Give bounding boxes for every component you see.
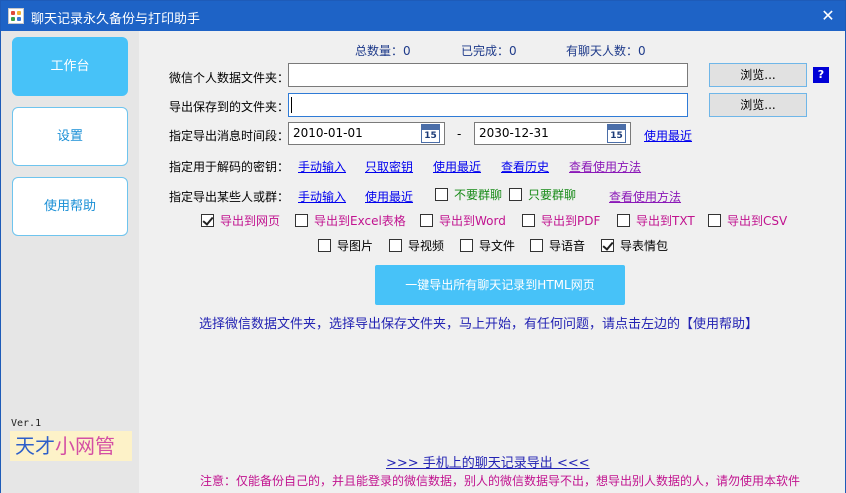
calendar-icon[interactable]: 15	[607, 124, 626, 143]
checkbox-box	[318, 239, 331, 252]
sidebar: 工作台 设置 使用帮助 Ver.1 天才小网管	[1, 31, 139, 493]
close-button[interactable]: ✕	[817, 5, 839, 27]
app-logo-icon	[8, 8, 24, 24]
window-title: 聊天记录永久备份与打印助手	[31, 12, 201, 27]
mobile-export-link[interactable]: >>> 手机上的聊天记录导出 <<<	[386, 452, 590, 471]
no-group-label: 不要群聊	[454, 188, 503, 202]
notice-text: 注意：仅能备份自己的，并且能登录的微信数据，别人的微信数据导不出，想导出别人数据…	[200, 474, 801, 488]
checkbox-box	[420, 214, 433, 227]
browse-save-folder-button[interactable]: 浏览...	[709, 93, 807, 117]
data-folder-input[interactable]	[288, 63, 688, 87]
workspace: 总数量：0 已完成：0 有聊天人数：0 微信个人数据文件夹： 浏览... ? 导…	[139, 31, 845, 493]
target-manual-input-link[interactable]: 手动输入	[298, 188, 346, 205]
save-folder-label: 导出保存到的文件夹：	[169, 100, 290, 114]
key-history-link[interactable]: 查看历史	[501, 158, 549, 175]
checkbox-box	[509, 188, 522, 201]
checkbox-box	[601, 239, 614, 252]
checkbox-box	[708, 214, 721, 227]
text-caret	[291, 97, 292, 113]
sidebar-item-workbench[interactable]: 工作台	[12, 37, 128, 96]
date-from-value: 2010-01-01	[293, 126, 363, 140]
key-label: 指定用于解码的密钥：	[169, 160, 290, 174]
stat-total: 总数量：0	[355, 44, 411, 58]
checkbox-box	[522, 214, 535, 227]
export-media-label: 导文件	[479, 239, 516, 253]
time-range-label: 指定导出消息时间段：	[169, 129, 290, 143]
data-folder-label: 微信个人数据文件夹：	[169, 71, 290, 85]
instruction-text: 选择微信数据文件夹，选择导出保存文件夹，马上开始，有任何问题，请点击左边的【使用…	[199, 317, 759, 332]
stat-done: 已完成：0	[461, 44, 517, 58]
target-label: 指定导出某些人或群：	[169, 190, 290, 204]
title-bar[interactable]: 聊天记录永久备份与打印助手 ✕	[1, 1, 845, 31]
sidebar-item-help[interactable]: 使用帮助	[12, 177, 128, 236]
save-folder-input[interactable]	[288, 93, 688, 117]
export-format-label: 导出到TXT	[636, 214, 695, 228]
export-format-label: 导出到网页	[220, 214, 281, 228]
only-group-label: 只要群聊	[528, 188, 577, 202]
date-to-value: 2030-12-31	[479, 126, 549, 140]
checkbox-box	[617, 214, 630, 227]
checkbox-box	[295, 214, 308, 227]
checkbox-box	[460, 239, 473, 252]
brand-logo: 天才小网管	[10, 431, 132, 461]
checkbox-box	[435, 188, 448, 201]
export-format-label: 导出到Excel表格	[314, 214, 406, 228]
export-format-label: 导出到CSV	[727, 214, 788, 228]
version-label: Ver.1	[11, 418, 42, 429]
target-use-recent-link[interactable]: 使用最近	[365, 188, 413, 205]
app-window: 聊天记录永久备份与打印助手 ✕ 工作台 设置 使用帮助 Ver.1 天才小网管 …	[0, 0, 846, 493]
brand-text-part1: 天才	[15, 434, 55, 458]
stat-contacts: 有聊天人数：0	[566, 44, 646, 58]
time-use-recent-link[interactable]: 使用最近	[644, 127, 692, 144]
calendar-icon[interactable]: 15	[421, 124, 440, 143]
key-manual-input-link[interactable]: 手动输入	[298, 158, 346, 175]
target-usage-help-link[interactable]: 查看使用方法	[609, 188, 681, 205]
export-format-label: 导出到Word	[439, 214, 506, 228]
export-media-label: 导视频	[408, 239, 445, 253]
export-media-label: 导图片	[337, 239, 374, 253]
date-separator: -	[457, 127, 462, 141]
checkbox-box	[389, 239, 402, 252]
export-all-button[interactable]: 一键导出所有聊天记录到HTML网页	[375, 265, 625, 305]
export-format-label: 导出到PDF	[541, 214, 601, 228]
date-to-picker[interactable]: 2030-12-31 15	[474, 122, 631, 145]
checkbox-box	[530, 239, 543, 252]
help-question-icon[interactable]: ?	[813, 67, 829, 83]
key-usage-help-link[interactable]: 查看使用方法	[569, 158, 641, 175]
date-from-picker[interactable]: 2010-01-01 15	[288, 122, 445, 145]
export-media-label: 导语音	[549, 239, 586, 253]
key-fetch-only-link[interactable]: 只取密钥	[365, 158, 413, 175]
export-media-label: 导表情包	[620, 239, 669, 253]
sidebar-item-settings[interactable]: 设置	[12, 107, 128, 166]
key-use-recent-link[interactable]: 使用最近	[433, 158, 481, 175]
brand-text-part2: 小网管	[55, 434, 115, 458]
checkbox-box	[201, 214, 214, 227]
browse-data-folder-button[interactable]: 浏览...	[709, 63, 807, 87]
